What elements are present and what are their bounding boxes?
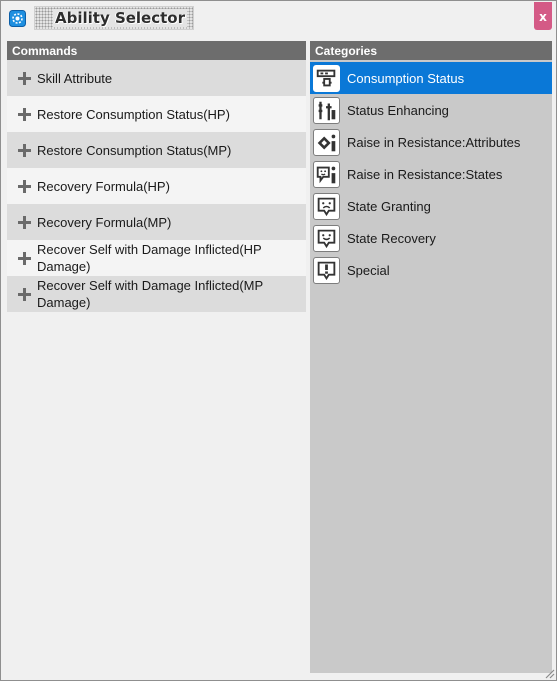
consumption-status-icon: [313, 64, 340, 92]
state-recovery-icon: [313, 224, 340, 252]
command-label: Restore Consumption Status(MP): [37, 142, 232, 158]
window-title: Ability Selector: [53, 9, 187, 27]
category-item-resistance-states[interactable]: Raise in Resistance:States: [310, 158, 552, 190]
expand-plus-icon[interactable]: [18, 288, 31, 301]
command-label: Recover Self with Damage Inflicted(MP Da…: [37, 278, 263, 310]
expand-plus-icon[interactable]: [18, 252, 31, 265]
expand-plus-icon[interactable]: [18, 144, 31, 157]
gear-icon: [9, 10, 26, 27]
category-item-resistance-attributes[interactable]: Raise in Resistance:Attributes: [310, 126, 552, 158]
category-item-state-recovery[interactable]: State Recovery: [310, 222, 552, 254]
command-label: Restore Consumption Status(HP): [37, 106, 230, 122]
status-enhancing-icon: [313, 96, 340, 124]
commands-list: Skill Attribute Restore Consumption Stat…: [7, 60, 306, 312]
category-item-consumption-status[interactable]: Consumption Status: [310, 62, 552, 94]
commands-header: Commands: [7, 41, 306, 60]
categories-list: Consumption Status Status Enhancing Rais…: [310, 60, 552, 286]
command-item[interactable]: Recover Self with Damage Inflicted(MP Da…: [7, 276, 306, 312]
category-item-status-enhancing[interactable]: Status Enhancing: [310, 94, 552, 126]
expand-plus-icon[interactable]: [18, 216, 31, 229]
category-item-state-granting[interactable]: State Granting: [310, 190, 552, 222]
category-label: State Recovery: [347, 230, 436, 246]
command-label: Recovery Formula(MP): [37, 214, 172, 230]
state-granting-icon: [313, 192, 340, 220]
category-label: Raise in Resistance:Attributes: [347, 134, 521, 150]
categories-panel: Categories Consumption Status Status Enh…: [310, 41, 552, 673]
title-plate: Ability Selector: [34, 6, 194, 30]
command-label: Recovery Formula(HP): [37, 178, 170, 194]
category-label: Raise in Resistance:States: [347, 166, 503, 182]
category-label: Special: [347, 262, 390, 278]
ability-selector-window: Ability Selector x Commands Skill Attrib…: [0, 0, 557, 681]
special-icon: [313, 256, 340, 284]
categories-header: Categories: [310, 41, 552, 60]
command-label: Skill Attribute: [37, 70, 113, 86]
title-bar[interactable]: Ability Selector x: [1, 1, 556, 37]
command-item[interactable]: Recover Self with Damage Inflicted(HP Da…: [7, 240, 306, 276]
resize-grip-icon[interactable]: [543, 667, 555, 679]
command-item[interactable]: Restore Consumption Status(MP): [7, 132, 306, 168]
command-item[interactable]: Recovery Formula(HP): [7, 168, 306, 204]
expand-plus-icon[interactable]: [18, 180, 31, 193]
resistance-attributes-icon: [313, 128, 340, 156]
command-item[interactable]: Skill Attribute: [7, 60, 306, 96]
command-label: Recover Self with Damage Inflicted(HP Da…: [37, 242, 262, 274]
commands-panel: Commands Skill Attribute Restore Consump…: [7, 41, 306, 673]
command-item[interactable]: Restore Consumption Status(HP): [7, 96, 306, 132]
command-item[interactable]: Recovery Formula(MP): [7, 204, 306, 240]
category-label: Status Enhancing: [347, 102, 449, 118]
close-button[interactable]: x: [534, 2, 552, 30]
resistance-states-icon: [313, 160, 340, 188]
category-label: Consumption Status: [347, 70, 465, 86]
category-item-special[interactable]: Special: [310, 254, 552, 286]
category-label: State Granting: [347, 198, 431, 214]
expand-plus-icon[interactable]: [18, 72, 31, 85]
expand-plus-icon[interactable]: [18, 108, 31, 121]
